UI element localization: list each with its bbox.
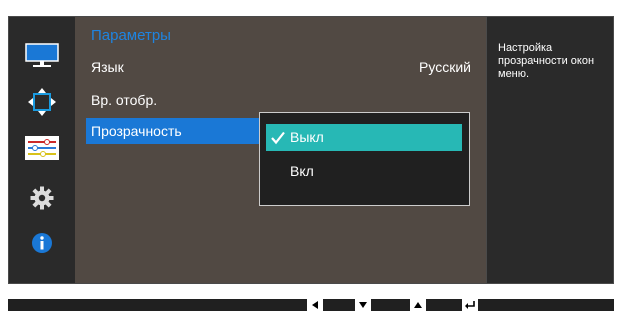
info-icon[interactable] (23, 228, 61, 258)
navigation-bar (8, 299, 614, 311)
menu-item-language[interactable]: Язык Русский (91, 55, 471, 79)
move-arrows-icon[interactable] (23, 87, 61, 117)
transparency-options-popup: Выкл Вкл (259, 112, 470, 206)
option-on[interactable]: Вкл (266, 158, 462, 185)
help-text: Настройка прозрачности окон меню. (498, 42, 595, 80)
menu-title: Параметры (91, 27, 171, 44)
checkmark-icon (270, 124, 286, 151)
option-label: Вкл (290, 163, 314, 179)
option-label: Выкл (290, 129, 324, 145)
menu-item-label: Вр. отобр. (91, 92, 158, 108)
sliders-icon[interactable] (23, 133, 61, 163)
down-arrow-icon[interactable] (355, 299, 371, 311)
menu-item-display-time[interactable]: Вр. отобр. (91, 88, 471, 112)
up-arrow-icon[interactable] (410, 299, 426, 311)
menu-item-label: Язык (91, 59, 124, 75)
left-arrow-icon[interactable] (307, 299, 323, 311)
menu-item-value: Русский (419, 59, 471, 75)
gear-icon[interactable] (23, 183, 61, 213)
sidebar (9, 17, 75, 283)
menu-item-label: Прозрачность (91, 123, 182, 139)
monitor-icon[interactable] (23, 41, 61, 71)
menu-item-transparency[interactable]: Прозрачность (86, 118, 261, 144)
option-off[interactable]: Выкл (266, 124, 462, 151)
enter-icon[interactable] (462, 299, 478, 311)
help-panel: Настройка прозрачности окон меню. (486, 17, 613, 283)
